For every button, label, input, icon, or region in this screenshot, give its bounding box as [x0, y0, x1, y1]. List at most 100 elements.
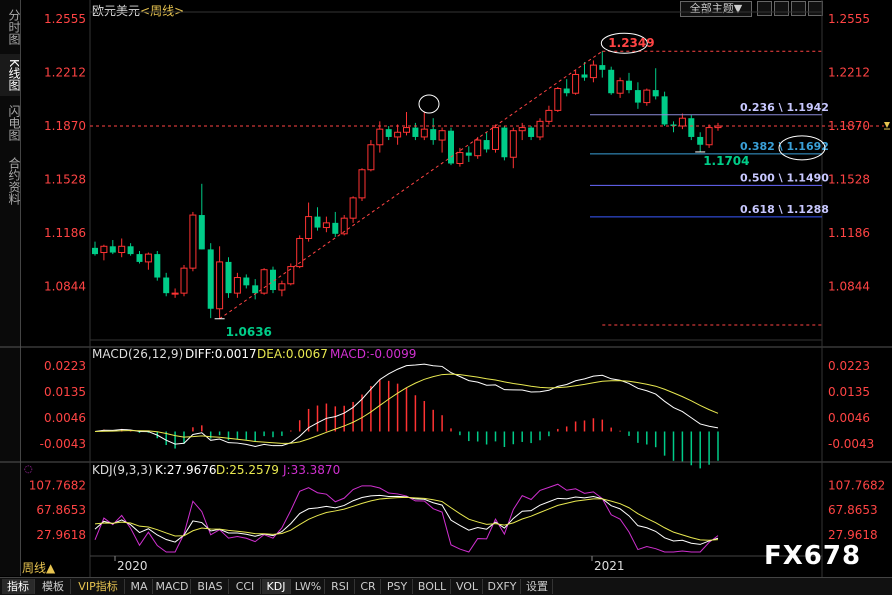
indicator-tab-[interactable]: 设置: [522, 579, 553, 594]
candle-body: [207, 249, 214, 309]
candle-body: [216, 261, 224, 310]
candle-body: [385, 129, 392, 137]
trend-line: [219, 50, 603, 320]
candle-body: [509, 130, 517, 158]
kdj-title: KDJ(9,3,3): [92, 463, 153, 477]
kdj-j-label: J:33.3870: [282, 463, 340, 477]
candle-body: [92, 247, 98, 255]
candle-body: [528, 127, 535, 137]
candle-body: [225, 261, 232, 294]
candle-body: [332, 222, 339, 234]
candle-body: [144, 253, 152, 263]
macd-tick-label: -0.0043: [40, 437, 86, 451]
macd-diff-label: DIFF:0.0017: [185, 347, 257, 361]
candle-body: [483, 140, 490, 150]
price-tick-label: 1.2212: [44, 66, 86, 80]
price-tick-label: 1.2555: [44, 12, 86, 26]
macd-tick-label: 0.0135: [828, 385, 870, 399]
candle-body: [367, 144, 375, 171]
candle-body: [171, 292, 179, 295]
period-indicator[interactable]: 周线▲: [22, 559, 55, 576]
indicator-tab-lw[interactable]: LW%: [292, 579, 325, 594]
candle-body: [572, 73, 580, 94]
indicator-tab-ma[interactable]: MA: [126, 579, 153, 594]
indicator-tab-boll[interactable]: BOLL: [414, 579, 451, 594]
main-pane-frame: [89, 11, 823, 341]
candle-body: [260, 269, 268, 294]
chart-canvas: 1.2555 1.2212 1.1870 1.1528 1.1186 1.0844 1.2…: [0, 0, 892, 577]
candle-body: [412, 127, 419, 137]
candle-body: [545, 109, 553, 122]
candle-body: [554, 88, 562, 111]
indicator-tab-vol[interactable]: VOL: [452, 579, 483, 594]
macd-tick-label: -0.0043: [828, 437, 874, 451]
indicator-tab-rsi[interactable]: RSI: [326, 579, 355, 594]
indicator-tab-macd[interactable]: MACD: [154, 579, 191, 594]
macd-tick-label: 0.0223: [828, 359, 870, 373]
candle-body: [456, 152, 464, 165]
indicator-tab-cr[interactable]: CR: [356, 579, 381, 594]
indicator-tab-cci[interactable]: CCI: [230, 579, 261, 594]
candle-body: [697, 136, 704, 145]
candle-body: [136, 254, 143, 262]
candle-body: [349, 197, 357, 219]
candle-body: [403, 127, 410, 133]
indicator-tab-[interactable]: 指标: [2, 579, 35, 594]
candle-body: [278, 283, 286, 291]
price-tick-label: 1.1528: [828, 172, 870, 186]
candle-body: [501, 127, 508, 158]
indicator-tab-vip[interactable]: VIP指标: [72, 579, 125, 594]
candle-body: [430, 129, 437, 141]
candle-body: [198, 215, 205, 250]
indicator-tab-kdj[interactable]: KDJ: [262, 579, 291, 594]
peak-highlight-ellipse: [418, 94, 440, 114]
candle-body: [652, 90, 659, 97]
price-tick-label: 1.1528: [44, 172, 86, 186]
candle-body: [608, 69, 615, 94]
candle-body: [100, 245, 108, 254]
kdj-k-label: K:27.9676: [155, 463, 217, 477]
candle-body: [465, 152, 472, 156]
macd-tick-label: 0.0135: [44, 385, 86, 399]
kdj-tick-label: 27.9618: [36, 528, 86, 542]
candle-body: [643, 89, 651, 104]
candle-body: [626, 80, 632, 91]
candle-body: [109, 246, 116, 253]
candle-body: [438, 130, 446, 141]
candle-body: [154, 254, 161, 278]
indicator-tab-[interactable]: 模板: [36, 579, 71, 594]
candle-body: [420, 128, 428, 138]
candle-body: [358, 169, 366, 199]
candle-body: [322, 222, 330, 229]
candle-body: [518, 127, 526, 132]
macd-tick-label: 0.0223: [44, 359, 86, 373]
current-level-marker: [884, 122, 890, 129]
kdj-j-line: [94, 483, 719, 553]
indicator-tab-dxfy[interactable]: DXFY: [484, 579, 521, 594]
price-tick-label: 1.1186: [44, 226, 86, 240]
fib-level-label: 0.236 \ 1.1942: [740, 101, 829, 114]
candle-body: [305, 216, 313, 239]
candle-body: [127, 246, 134, 255]
candle-body: [634, 90, 641, 103]
kdj-tick-label: 67.8653: [36, 503, 86, 517]
candle-body: [678, 117, 686, 127]
fib-level-label: 0.618 \ 1.1288: [740, 203, 829, 216]
kdj-tick-label: 107.7682: [828, 479, 885, 493]
price-tick-label: 1.2555: [828, 12, 870, 26]
candle-body: [581, 74, 588, 78]
price-tick-label: 1.2212: [828, 66, 870, 80]
candle-body: [189, 214, 197, 269]
candle-body: [492, 127, 499, 150]
time-tick-label: 2021: [594, 559, 625, 573]
indicator-tab-psy[interactable]: PSY: [382, 579, 413, 594]
candle-body: [243, 277, 250, 286]
price-tick-label: 1.1186: [828, 226, 870, 240]
macd-value-label: MACD:-0.0099: [330, 347, 416, 361]
fib-level-label: 0.382 \ 1.1692: [740, 140, 829, 153]
kdj-tick-label: 107.7682: [29, 479, 86, 493]
candle-body: [599, 65, 606, 70]
candle-body: [616, 80, 624, 94]
indicator-tab-bias[interactable]: BIAS: [192, 579, 229, 594]
kdj-k-line: [94, 494, 719, 545]
